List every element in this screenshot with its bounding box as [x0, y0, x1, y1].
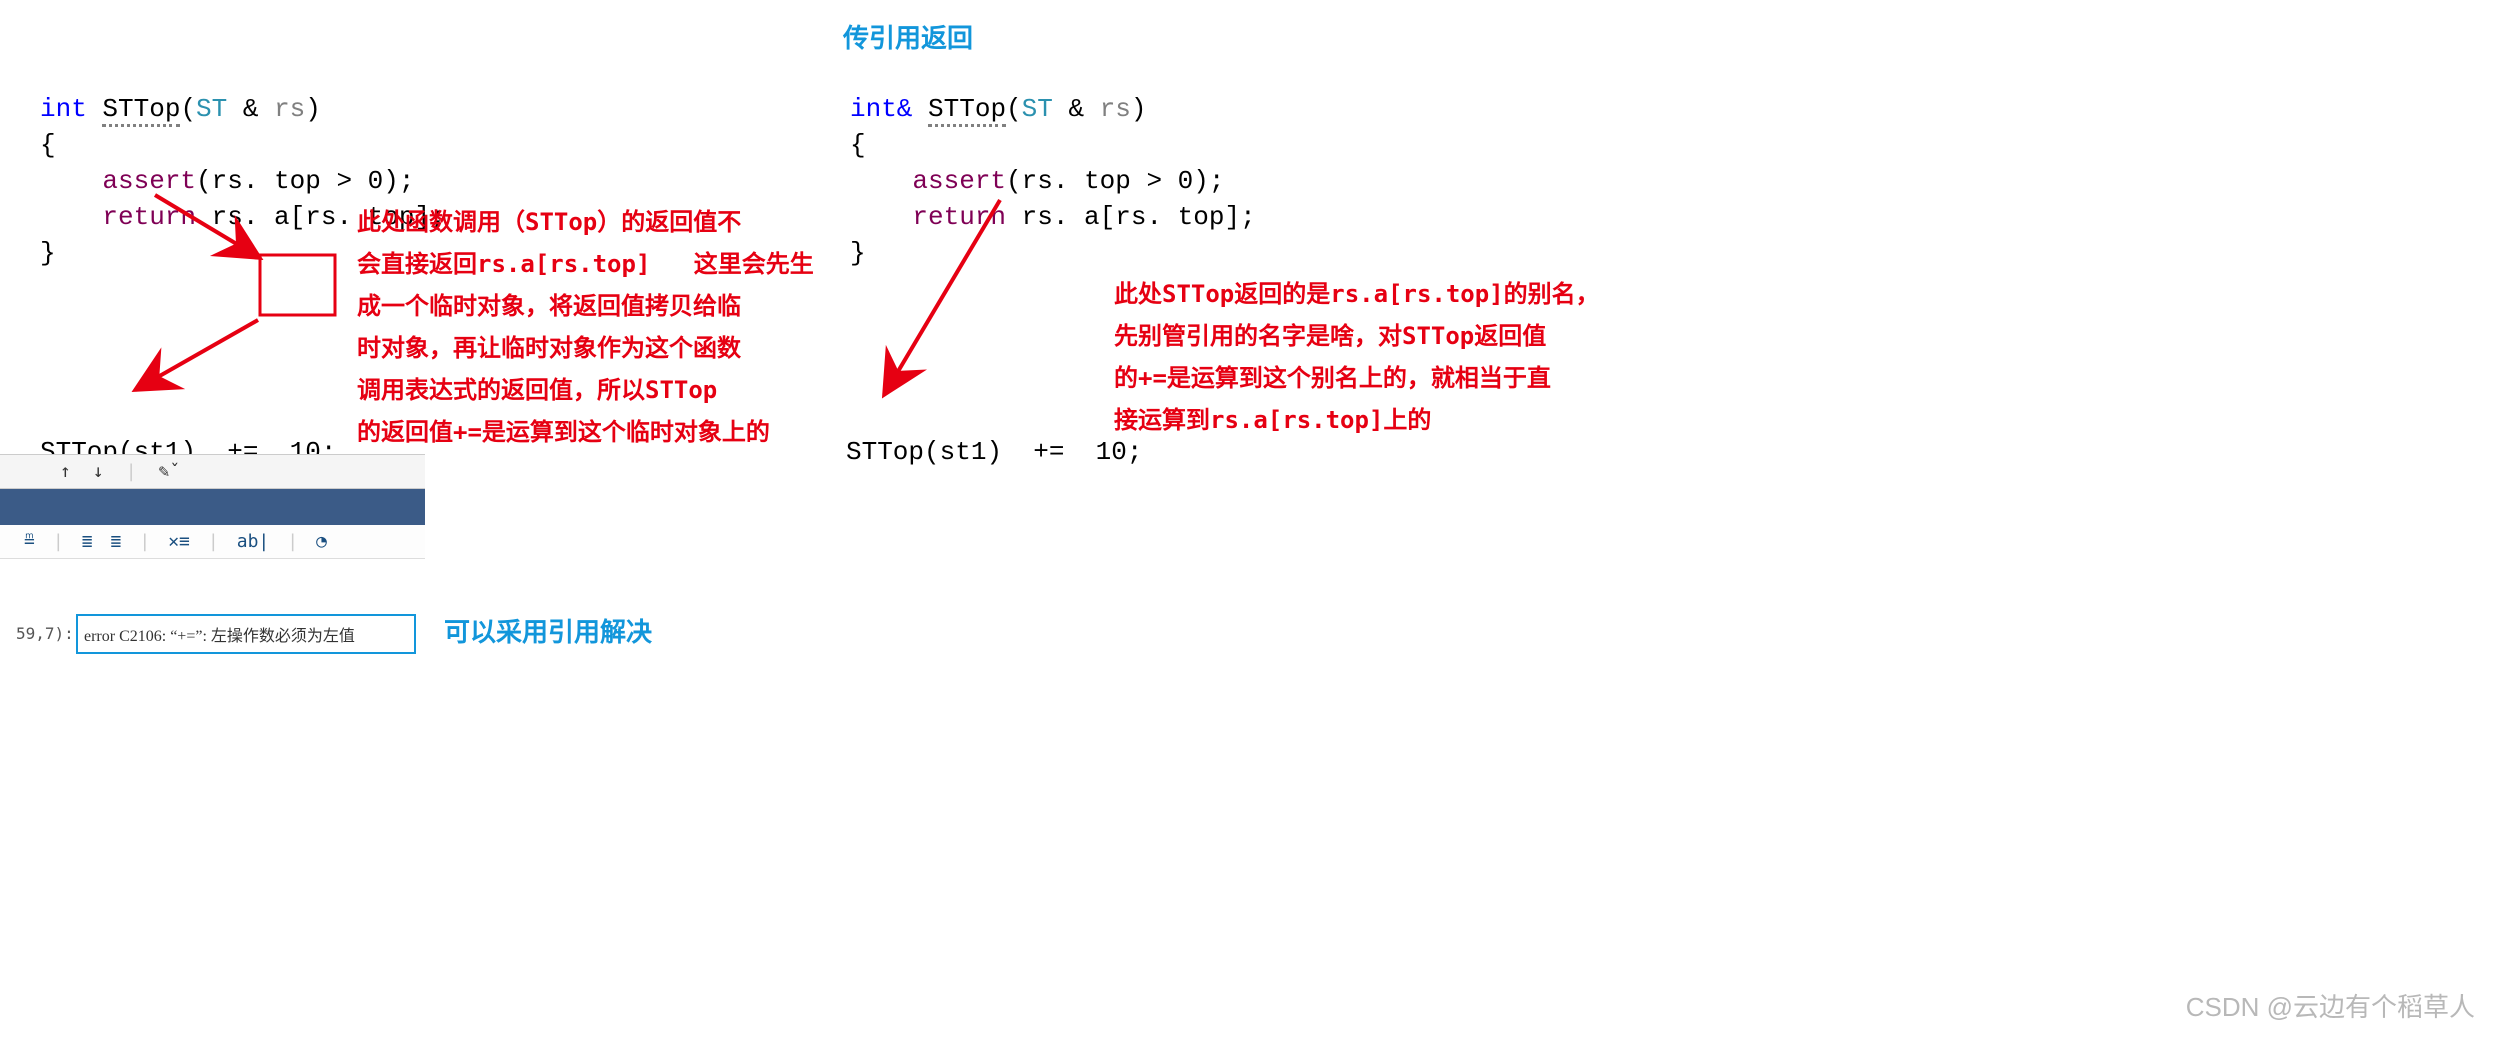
error-area: 59,7): error C2106: “+=”: 左操作数必须为左值 — [0, 604, 425, 664]
keyword-return: return — [102, 202, 196, 232]
watermark: CSDN @云边有个稻草人 — [2186, 987, 2475, 1024]
editor-toolbar-top: ↑ ↓ | ✎ˇ — [0, 455, 425, 489]
keyword-assert-right: assert — [912, 166, 1006, 196]
keyword-int: int — [40, 94, 87, 124]
list-icon-3[interactable]: ≣ — [111, 531, 122, 552]
param-rs: rs — [274, 94, 305, 124]
separator-icon: | — [208, 531, 219, 552]
separator-icon: | — [139, 531, 150, 552]
clock-icon[interactable]: ◔ — [316, 531, 327, 552]
type-st: ST — [196, 94, 227, 124]
separator-icon: | — [126, 461, 137, 482]
param-rs-right: rs — [1100, 94, 1131, 124]
list-icon-2[interactable]: ≣ — [82, 531, 93, 552]
amp-right: & — [1053, 94, 1100, 124]
return-body-right: rs. a[rs. top]; — [1006, 202, 1256, 232]
up-icon[interactable]: ↑ — [60, 461, 71, 482]
type-st-right: ST — [1022, 94, 1053, 124]
annotation-left: 此处函数调用（STTop）的返回值不 会直接返回rs.a[rs.top] 这里会… — [357, 201, 814, 453]
brush-icon[interactable]: ✎ˇ — [159, 461, 181, 482]
list-icon-1[interactable]: ≞ — [24, 531, 35, 552]
function-name-right: STTop — [928, 94, 1006, 127]
keyword-intref: int& — [850, 94, 912, 124]
separator-icon: | — [53, 531, 64, 552]
assert-body: rs. top > 0 — [212, 166, 384, 196]
amp: & — [227, 94, 274, 124]
call-tail-right: += 10; — [1002, 437, 1142, 467]
separator-icon: | — [287, 531, 298, 552]
call-fn-right: STTop — [846, 437, 924, 467]
code-block-right: int& STTop(ST & rs) { assert(rs. top > 0… — [850, 55, 1256, 271]
error-message-text: error C2106: “+=”: 左操作数必须为左值 — [84, 622, 355, 646]
hint-blue: 可以采用引用解决 — [444, 612, 652, 649]
assert-body-right: rs. top > 0 — [1022, 166, 1194, 196]
code-call-right: STTop(st1) += 10; — [846, 398, 1142, 470]
keyword-assert: assert — [102, 166, 196, 196]
title-right: 传引用返回 — [843, 18, 973, 55]
editor-blue-bar — [0, 489, 425, 525]
down-icon[interactable]: ↓ — [93, 461, 104, 482]
error-location: 59,7): — [16, 624, 74, 643]
editor-toolbar-bottom: ≞ | ≣ ≣ | ✕≡ | ab| | ◔ — [0, 525, 425, 559]
keyword-return-right: return — [912, 202, 1006, 232]
call-arg-right: st1 — [940, 437, 987, 467]
annotation-right: 此处STTop返回的是rs.a[rs.top]的别名， 先别管引用的名字是啥，对… — [1114, 273, 1600, 441]
clear-icon[interactable]: ✕≡ — [168, 531, 190, 552]
error-message-box: error C2106: “+=”: 左操作数必须为左值 — [76, 614, 416, 654]
rename-icon[interactable]: ab| — [237, 531, 270, 552]
function-name: STTop — [102, 94, 180, 127]
